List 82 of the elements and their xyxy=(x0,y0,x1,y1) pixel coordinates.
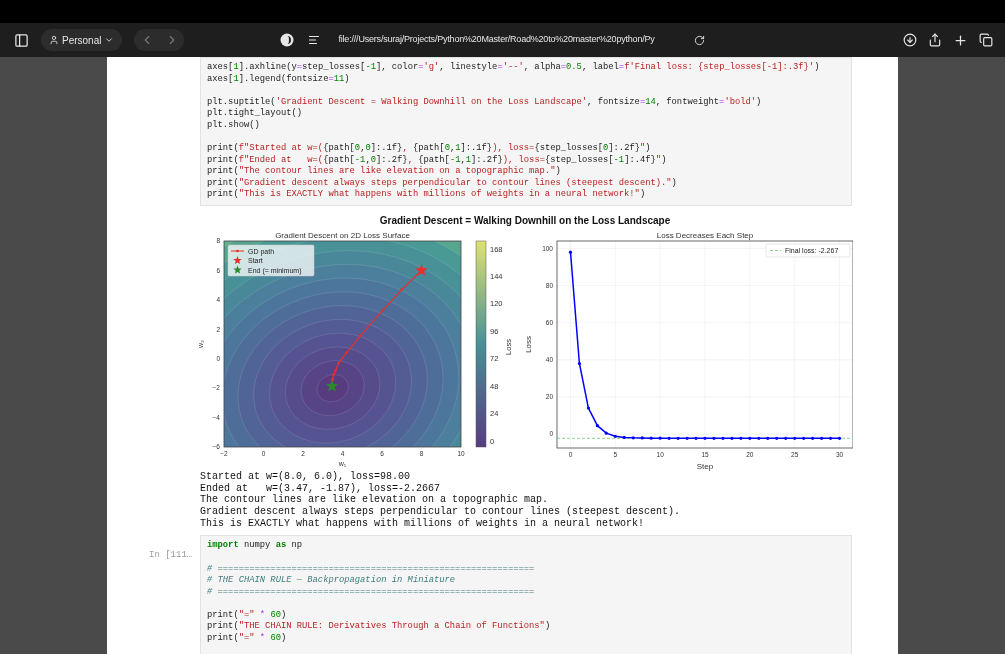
code-cell[interactable] xyxy=(200,535,852,654)
loss-point xyxy=(694,436,698,440)
output-line: Ended at w=(3.47, -1.87), loss=-2.2667 xyxy=(200,482,442,494)
code-line: plt.tight_layout() xyxy=(207,108,304,120)
profile-button[interactable]: Personal xyxy=(41,29,123,51)
code-line: plt.show() xyxy=(207,119,261,132)
loss-point xyxy=(631,436,635,440)
loss-point xyxy=(586,406,590,410)
loss-point xyxy=(712,436,716,440)
path-point xyxy=(381,308,385,312)
loss-point xyxy=(748,436,752,440)
code-line: # ============================================================ xyxy=(207,586,536,599)
loss-point xyxy=(802,436,806,440)
loss-point xyxy=(667,436,671,440)
loss-point xyxy=(676,436,680,440)
code-line: plt.suptitle('Gradient Descent = Walking Downhill on the Loss Landscape', fontsize=14, fontweight='bold') xyxy=(207,96,763,108)
loss-point xyxy=(640,436,644,440)
loss-point xyxy=(658,436,662,440)
figure-title: Gradient Descent = Walking Downhill on the Loss Landscape xyxy=(379,213,671,228)
page-icon[interactable] xyxy=(308,34,321,46)
output-line: Gradient descent always steps perpendicular to contour lines (steepest descent). xyxy=(200,506,682,518)
loss-point xyxy=(568,250,573,254)
output-line: Started at w=(8.0, 6.0), loss=98.00 xyxy=(200,470,412,483)
path-point xyxy=(337,361,340,365)
download-icon[interactable] xyxy=(903,33,917,47)
code-line: import numpy as np xyxy=(207,540,304,553)
loss-point xyxy=(649,436,653,440)
loss-point xyxy=(820,436,824,440)
loss-point xyxy=(775,436,779,440)
output-line: The contour lines are like elevation on a topographic map. xyxy=(200,494,550,506)
chart-title: Gradient Descent on 2D Loss Surface xyxy=(275,230,410,240)
loss-point xyxy=(613,434,617,438)
path-point xyxy=(359,334,362,338)
path-point xyxy=(345,351,348,355)
loss-point xyxy=(766,436,770,440)
loss-point xyxy=(811,436,815,440)
loss-point xyxy=(784,436,788,440)
loss-point xyxy=(757,436,761,440)
code-line: print("=" * 60) xyxy=(207,633,288,645)
loss-point xyxy=(622,435,626,439)
legend-star-icon xyxy=(233,255,242,265)
output-line: This is EXACTLY what happens with millions of weights in a neural network! xyxy=(200,517,646,530)
start-star-icon xyxy=(415,263,428,276)
axis-label: Step xyxy=(696,461,714,471)
person-icon xyxy=(49,35,59,45)
loss-point xyxy=(793,436,797,440)
address-text[interactable]: file:///Users/suraj/Projects/Python%20Master/Road%20to%20master%20python/Py xyxy=(338,33,691,47)
code-line: axes[1].legend(fontsize=11) xyxy=(207,73,351,86)
loss-point xyxy=(721,436,725,440)
code-line: print("=" * 60) xyxy=(207,609,288,621)
tabs-icon[interactable] xyxy=(979,33,993,47)
loss-point xyxy=(703,436,707,440)
legend-star-icon xyxy=(233,265,242,274)
legend-line-icon xyxy=(230,249,245,253)
code-line: print("The contour lines are like elevation on a topographic map.") xyxy=(207,166,562,178)
reload-icon[interactable] xyxy=(694,34,706,46)
path-point xyxy=(400,288,404,291)
loss-point xyxy=(829,436,833,440)
legend-dash-icon xyxy=(769,250,782,251)
loss-point xyxy=(577,361,581,366)
code-line: print("Gradient descent always steps perpendicular to contour lines (steepest descent).") xyxy=(207,177,678,189)
loss-point xyxy=(730,436,734,440)
code-line: print("This is EXACTLY what happens with millions of weights in a neural network!") xyxy=(207,189,647,201)
loss-point xyxy=(595,424,599,428)
code-line: # THE CHAIN RULE — Backpropagation in Miniature xyxy=(207,575,457,587)
loss-point xyxy=(739,436,743,440)
chart-title: Loss Decreases Each Step xyxy=(656,230,754,240)
caret-icon xyxy=(104,35,115,45)
code-line: # ============================================================ xyxy=(207,563,536,575)
axis-label: Loss xyxy=(524,336,533,353)
new-tab-icon[interactable] xyxy=(953,32,968,48)
end-star-icon xyxy=(325,379,339,392)
loss-point xyxy=(685,436,689,440)
share-icon[interactable] xyxy=(928,33,942,47)
code-line: print("THE CHAIN RULE: Derivatives Through a Chain of Functions") xyxy=(207,621,552,633)
loss-point xyxy=(604,431,608,435)
code-cell[interactable] xyxy=(200,57,852,206)
cell-prompt: In [111… xyxy=(149,550,193,561)
code-line: axes[1].axhline(y=step_losses[-1], color='g', linestyle='--', alpha=0.5, label=f'Final loss: {step_losses[-1]:.3f}') xyxy=(207,62,821,74)
code-line: print(f"Started at w=({path[0,0]:.1f}, {path[0,1]:.1f}), loss={step_losses[0]:.2f}") xyxy=(207,142,652,155)
loss-point xyxy=(837,436,842,440)
code-line: print(f"Ended at w=({path[-1,0]:.2f}, {path[-1,1]:.2f}), loss={step_losses[-1]:.4f}") xyxy=(207,154,668,166)
